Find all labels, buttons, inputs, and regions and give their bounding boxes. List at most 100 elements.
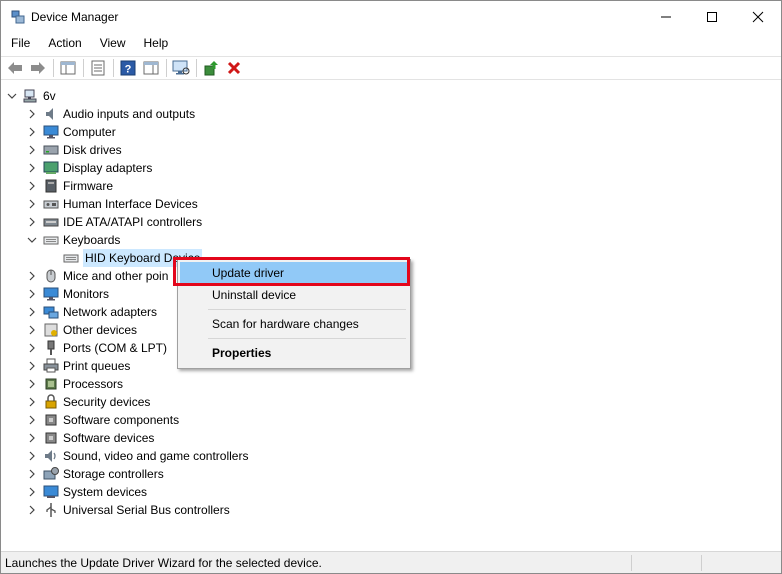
menu-help[interactable]: Help: [134, 33, 177, 54]
menu-action[interactable]: Action: [38, 33, 89, 54]
security-device-icon: [43, 394, 59, 410]
tree-item-system-devices[interactable]: System devices: [25, 483, 147, 501]
tree-item-computer[interactable]: Computer: [25, 123, 116, 141]
properties-menu-item[interactable]: Properties: [180, 342, 408, 364]
chevron-right-icon[interactable]: [25, 141, 39, 159]
help-icon: ?: [120, 60, 136, 76]
forward-button[interactable]: [27, 58, 49, 78]
chevron-right-icon[interactable]: [25, 483, 39, 501]
tree-item-other-devices[interactable]: Other devices: [25, 321, 137, 339]
action-pane-button[interactable]: [140, 58, 162, 78]
status-divider: [701, 555, 702, 571]
tree-item-label: Disk drives: [63, 143, 122, 157]
chevron-down-icon[interactable]: [5, 87, 19, 105]
menu-view[interactable]: View: [90, 33, 134, 54]
chevron-right-icon[interactable]: [25, 411, 39, 429]
scan-hardware-icon: [172, 60, 190, 75]
svg-text:?: ?: [125, 64, 132, 76]
software-component-icon: [43, 412, 59, 428]
tree-item-label: Display adapters: [63, 161, 153, 175]
tree-item-label: Firmware: [63, 179, 113, 193]
tree-item-ports[interactable]: Ports (COM & LPT): [25, 339, 167, 357]
tree-item-audio[interactable]: Audio inputs and outputs: [25, 105, 195, 123]
back-button[interactable]: [4, 58, 26, 78]
menu-separator: [208, 338, 406, 339]
processor-icon: [43, 376, 59, 392]
status-bar: Launches the Update Driver Wizard for th…: [1, 551, 781, 573]
scan-hardware-button[interactable]: [170, 58, 192, 78]
tree-item-monitors[interactable]: Monitors: [25, 285, 109, 303]
sound-icon: [43, 448, 59, 464]
chevron-right-icon[interactable]: [25, 375, 39, 393]
uninstall-icon: [227, 61, 241, 75]
tree-item-software-devices[interactable]: Software devices: [25, 429, 154, 447]
tree-item-network-adapters[interactable]: Network adapters: [25, 303, 157, 321]
minimize-button[interactable]: [643, 1, 689, 33]
tree-root[interactable]: 6v: [5, 87, 56, 105]
port-icon: [43, 340, 59, 356]
maximize-button[interactable]: [689, 1, 735, 33]
back-icon: [8, 62, 22, 74]
chevron-right-icon[interactable]: [25, 159, 39, 177]
tree-item-mice[interactable]: Mice and other poin: [25, 267, 168, 285]
tree-item-usb-controllers[interactable]: Universal Serial Bus controllers: [25, 501, 230, 519]
minimize-icon: [661, 16, 671, 18]
chevron-right-icon[interactable]: [25, 195, 39, 213]
tree-item-software-components[interactable]: Software components: [25, 411, 179, 429]
chevron-right-icon[interactable]: [25, 447, 39, 465]
chevron-right-icon[interactable]: [25, 213, 39, 231]
chevron-right-icon[interactable]: [25, 501, 39, 519]
close-icon: [752, 11, 764, 23]
tree-item-label: Sound, video and game controllers: [63, 449, 249, 463]
menu-file[interactable]: File: [1, 33, 38, 54]
close-button[interactable]: [735, 1, 781, 33]
ide-controller-icon: [43, 214, 59, 230]
update-driver-button[interactable]: [200, 58, 222, 78]
chevron-right-icon[interactable]: [25, 303, 39, 321]
disk-drive-icon: [43, 142, 59, 158]
tree-item-disk-drives[interactable]: Disk drives: [25, 141, 122, 159]
scan-hardware-menu-item[interactable]: Scan for hardware changes: [180, 313, 408, 335]
tree-item-label: Software devices: [63, 431, 155, 445]
chevron-right-icon[interactable]: [25, 105, 39, 123]
tree-item-ide[interactable]: IDE ATA/ATAPI controllers: [25, 213, 202, 231]
tree-item-sound-video[interactable]: Sound, video and game controllers: [25, 447, 248, 465]
help-button[interactable]: ?: [117, 58, 139, 78]
chevron-right-icon[interactable]: [25, 429, 39, 447]
chevron-right-icon[interactable]: [25, 321, 39, 339]
chevron-right-icon[interactable]: [25, 339, 39, 357]
tree-item-security-devices[interactable]: Security devices: [25, 393, 150, 411]
tree-item-processors[interactable]: Processors: [25, 375, 123, 393]
chevron-down-icon[interactable]: [25, 231, 39, 249]
action-pane-icon: [143, 61, 159, 75]
tree-item-storage-controllers[interactable]: Storage controllers: [25, 465, 164, 483]
show-hide-console-tree-button[interactable]: [57, 58, 79, 78]
maximize-icon: [707, 12, 717, 22]
chevron-right-icon[interactable]: [25, 285, 39, 303]
monitor-icon: [43, 286, 59, 302]
toolbar-separator: [196, 59, 197, 77]
properties-button[interactable]: [87, 58, 109, 78]
tree-item-label: Processors: [63, 377, 124, 391]
properties-icon: [91, 60, 105, 76]
tree-item-hid[interactable]: Human Interface Devices: [25, 195, 198, 213]
chevron-right-icon[interactable]: [25, 393, 39, 411]
uninstall-device-menu-item[interactable]: Uninstall device: [180, 284, 408, 306]
chevron-right-icon[interactable]: [25, 465, 39, 483]
chevron-right-icon[interactable]: [25, 357, 39, 375]
tree-item-print-queues[interactable]: Print queues: [25, 357, 130, 375]
other-devices-icon: [43, 322, 59, 338]
highlight-annotation-box: [173, 257, 410, 286]
uninstall-button[interactable]: [223, 58, 245, 78]
tree-item-keyboards[interactable]: Keyboards: [25, 231, 120, 249]
toolbar-separator: [166, 59, 167, 77]
chevron-right-icon[interactable]: [25, 177, 39, 195]
printer-icon: [43, 358, 59, 374]
chevron-right-icon[interactable]: [25, 123, 39, 141]
chevron-right-icon[interactable]: [25, 267, 39, 285]
tree-item-label: Keyboards: [63, 233, 121, 247]
tree-item-display-adapters[interactable]: Display adapters: [25, 159, 152, 177]
tree-item-firmware[interactable]: Firmware: [25, 177, 113, 195]
window-title: Device Manager: [31, 10, 119, 24]
